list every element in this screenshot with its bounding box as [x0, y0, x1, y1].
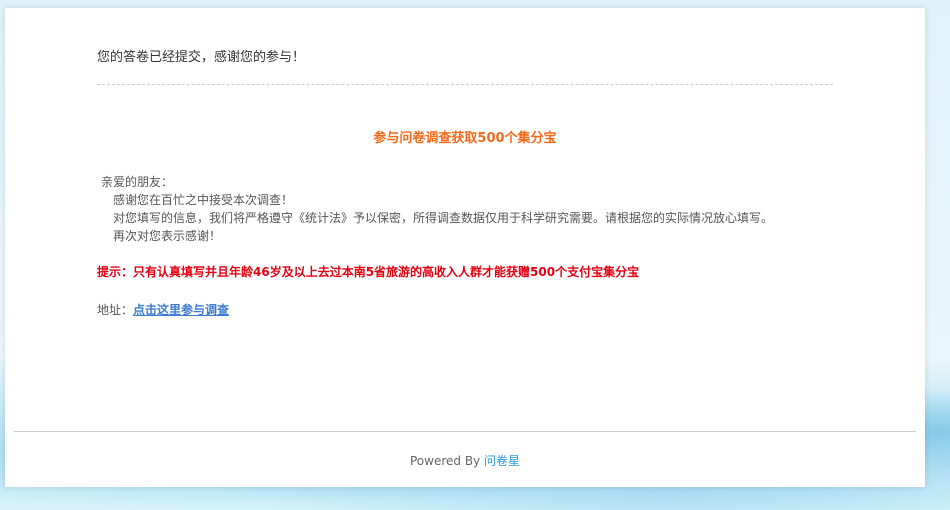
letter-body: 亲爱的朋友： 感谢您在百忙之中接受本次调查！ 对您填写的信息，我们将严格遵守《统…: [97, 173, 833, 245]
letter-line: 对您填写的信息，我们将严格遵守《统计法》予以保密，所得调查数据仅用于科学研究需要…: [113, 211, 774, 225]
brand-link[interactable]: 问卷星: [484, 454, 520, 468]
submission-message: 您的答卷已经提交，感谢您的参与！: [97, 50, 306, 65]
tip-notice: 提示：只有认真填写并且年龄46岁及以上去过本南5省旅游的高收入人群才能获赠500…: [97, 265, 640, 279]
address-label: 地址：: [97, 303, 134, 317]
address-row: 地址：点击这里参与调查: [97, 301, 833, 319]
letter-line: 感谢您在百忙之中接受本次调查！: [113, 193, 294, 207]
promo-title: 参与问卷调查获取500个集分宝: [373, 131, 557, 146]
footer-divider: [14, 431, 916, 432]
letter-greeting: 亲爱的朋友：: [101, 175, 174, 189]
page-body: { "submission": { "message": "您的答卷已经提交，感…: [0, 0, 950, 510]
main-content: 您的答卷已经提交，感谢您的参与！ 参与问卷调查获取500个集分宝 亲爱的朋友： …: [97, 8, 833, 319]
dashed-divider: [97, 84, 833, 85]
footer: Powered By 问卷星: [5, 452, 925, 470]
powered-by-label: Powered By: [409, 454, 481, 468]
letter-line: 再次对您表示感谢！: [113, 229, 222, 243]
content-card: 您的答卷已经提交，感谢您的参与！ 参与问卷调查获取500个集分宝 亲爱的朋友： …: [5, 8, 925, 487]
survey-link[interactable]: 点击这里参与调查: [133, 303, 229, 317]
